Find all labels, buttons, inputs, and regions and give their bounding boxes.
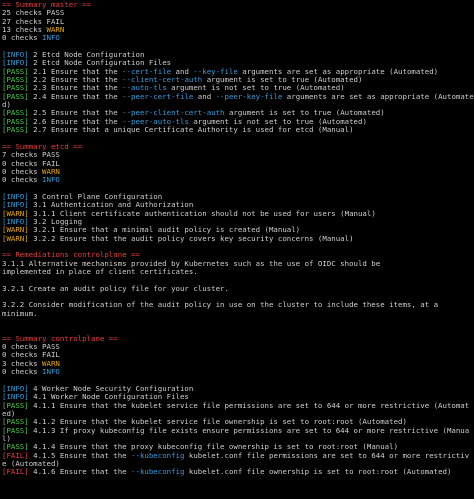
terminal-text-info: --kubeconfig <box>131 467 185 477</box>
terminal-output: == Summary master == 25 checks PASS 27 che… <box>0 0 474 499</box>
terminal-line: 0 checks INFO <box>2 367 472 377</box>
terminal-text-default: 3.2.1 Create an audit policy file for yo… <box>2 283 229 293</box>
terminal-text-default: 4.1.6 Ensure that the <box>28 467 132 477</box>
terminal-text-default: 4.1.1 Ensure that the kubelet service fi… <box>28 400 470 410</box>
terminal-line: 3.2.1 Create an audit policy file for yo… <box>2 283 472 293</box>
terminal-text-default: 0 checks <box>2 367 43 377</box>
terminal-line: 0 checks PASS <box>2 342 472 351</box>
terminal-text-info: --kubeconfig <box>131 450 185 460</box>
terminal-text-default: kubelet.conf file permissions are set to… <box>184 450 470 460</box>
terminal-line: [PASS] 2.7 Ensure that a unique Certific… <box>2 125 472 135</box>
terminal-text-info: --peer-cert-file <box>122 91 194 101</box>
terminal-line: 0 checks WARN <box>2 167 472 176</box>
terminal-line: [FAIL] 4.1.5 Ensure that the --kubeconfi… <box>2 450 472 460</box>
terminal-line: [PASS] 4.1.1 Ensure that the kubelet ser… <box>2 400 472 410</box>
terminal-text-default: and <box>193 91 216 101</box>
terminal-line: 3.2.2 Consider modification of the audit… <box>2 301 472 309</box>
terminal-text-fail: [FAIL] <box>2 467 29 477</box>
terminal-text-default: 3.2.2 Ensure that the audit policy cover… <box>28 233 354 243</box>
terminal-line: == Summary etcd == <box>2 142 472 151</box>
terminal-line: [WARN] 3.2.2 Ensure that the audit polic… <box>2 233 472 243</box>
terminal-line: == Summary controlplane == <box>2 334 472 343</box>
terminal-text-info: INFO <box>42 33 60 43</box>
terminal-line: 25 checks PASS <box>2 9 472 17</box>
terminal-text-default: 2.7 Ensure that a unique Certificate Aut… <box>28 125 354 135</box>
terminal-text-pass: [PASS] <box>2 125 29 135</box>
terminal-line: 7 checks PASS <box>2 151 472 159</box>
terminal-line: 13 checks WARN <box>2 25 472 34</box>
terminal-line: 3 checks WARN <box>2 359 472 368</box>
terminal-text-default: 3.2.2 Consider modification of the audit… <box>2 300 439 310</box>
terminal-line: 0 checks INFO <box>2 176 472 184</box>
terminal-line: [PASS] 4.1.3 If proxy kubeconfig file ex… <box>2 425 472 435</box>
terminal-line: == Summary master == <box>2 0 472 9</box>
terminal-text-info: --peer-key-file <box>215 91 283 101</box>
terminal-line: 0 checks INFO <box>2 34 472 42</box>
terminal-text-default: implemented in place of client certifica… <box>2 267 198 276</box>
terminal-text-default: 0 checks <box>2 33 43 43</box>
terminal-text-warn: [WARN] <box>2 233 29 243</box>
terminal-line: [PASS] 2.4 Ensure that the --peer-cert-f… <box>2 91 474 101</box>
terminal-text-default: 4.1.3 If proxy kubeconfig file exists en… <box>28 425 470 435</box>
terminal-line: [FAIL] 4.1.6 Ensure that the --kubeconfi… <box>2 468 472 476</box>
terminal-line: 0 checks FAIL <box>2 159 472 168</box>
terminal-text-info: INFO <box>42 175 60 185</box>
terminal-line: minimum. <box>2 308 472 318</box>
terminal-line: 0 checks FAIL <box>2 351 472 359</box>
terminal-text-default: minimum. <box>2 308 38 318</box>
terminal-text-default: 2.4 Ensure that the <box>28 91 123 101</box>
terminal-text-default: kubelet.conf file ownership is set to ro… <box>184 467 452 477</box>
terminal-text-default: 0 checks <box>2 175 43 185</box>
terminal-text-default: arguments are set as appropriate (Automa… <box>282 91 474 101</box>
terminal-line: 27 checks FAIL <box>2 17 472 26</box>
terminal-line: implemented in place of client certifica… <box>2 267 472 276</box>
terminal-text-info: INFO <box>42 367 60 377</box>
